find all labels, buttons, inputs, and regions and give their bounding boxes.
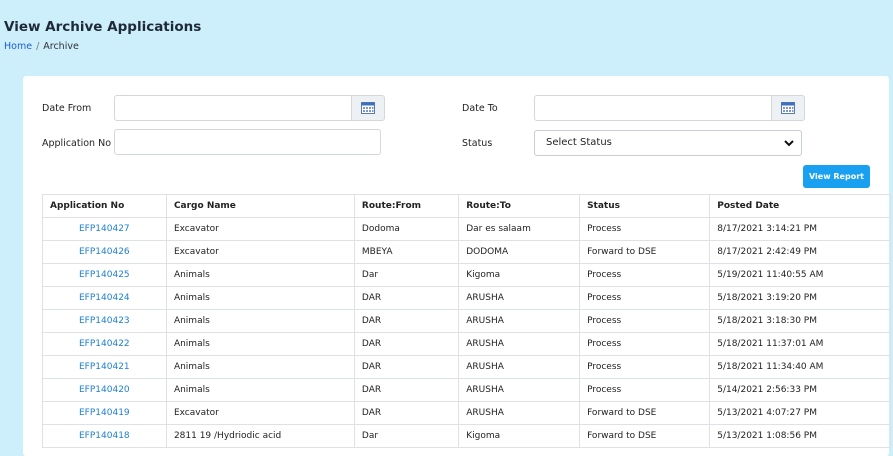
status-select-value: Select Status (546, 137, 612, 148)
application-no-label: Application No (42, 138, 112, 149)
application-no-link[interactable]: EFP140425 (42, 263, 167, 287)
date-from-label: Date From (42, 103, 92, 114)
calendar-icon (781, 102, 795, 114)
application-no-link[interactable]: EFP140424 (42, 286, 167, 310)
table-cell: Process (579, 286, 711, 310)
breadcrumb: Home / Archive (4, 41, 79, 52)
table-cell: Process (579, 332, 711, 356)
table-cell: 5/14/2021 2:56:33 PM (709, 378, 891, 402)
table-cell: Animals (165, 355, 355, 379)
table-cell: DAR (353, 355, 460, 379)
application-no-link[interactable]: EFP140420 (42, 378, 167, 402)
table-header-row: Application No Cargo Name Route:From Rou… (42, 194, 891, 218)
table-row: EFP140422 Animals DAR ARUSHA Process 5/18/202… (42, 332, 891, 356)
table-cell: Process (579, 309, 711, 333)
table-cell: Process (579, 263, 711, 287)
table-cell: Forward to DSE (579, 424, 711, 448)
table-cell: Excavator (165, 217, 355, 241)
date-from-input[interactable] (114, 95, 353, 121)
table-cell: 5/13/2021 1:08:56 PM (709, 424, 891, 448)
column-header[interactable]: Status (579, 194, 711, 218)
view-report-button[interactable]: View Report (803, 165, 870, 188)
application-no-link[interactable]: EFP140426 (42, 240, 167, 264)
table-cell: DAR (353, 378, 460, 402)
column-header[interactable]: Posted Date (709, 194, 891, 218)
table-cell: ARUSHA (458, 378, 581, 402)
table-cell: Process (579, 378, 711, 402)
date-from-calendar-button[interactable] (351, 95, 385, 121)
application-no-input[interactable] (114, 129, 381, 155)
column-header[interactable]: Application No (42, 194, 167, 218)
table-cell: Excavator (165, 401, 355, 425)
table-cell: 5/18/2021 11:37:01 AM (709, 332, 891, 356)
date-to-label: Date To (462, 103, 498, 114)
table-cell: 8/17/2021 3:14:21 PM (709, 217, 891, 241)
breadcrumb-home-link[interactable]: Home (4, 41, 32, 52)
table-cell: ARUSHA (458, 286, 581, 310)
table-row: EFP140426 Excavator MBEYA DODOMA Forward to … (42, 240, 891, 264)
table-cell: Dar (353, 263, 460, 287)
application-no-link[interactable]: EFP140422 (42, 332, 167, 356)
table-cell: Excavator (165, 240, 355, 264)
table-cell: ARUSHA (458, 309, 581, 333)
table-cell: Animals (165, 378, 355, 402)
page-title: View Archive Applications (4, 19, 202, 35)
table-row: EFP140424 Animals DAR ARUSHA Process 5/18/202… (42, 286, 891, 310)
table-cell: Process (579, 355, 711, 379)
archive-table: Application No Cargo Name Route:From Rou… (42, 194, 891, 448)
table-cell: Dar (353, 424, 460, 448)
status-label: Status (462, 138, 493, 149)
status-select[interactable]: Select Status (534, 130, 802, 156)
column-header[interactable]: Route:From (353, 194, 460, 218)
calendar-icon (361, 102, 375, 114)
table-cell: DAR (353, 309, 460, 333)
application-no-link[interactable]: EFP140418 (42, 424, 167, 448)
table-cell: 2811 19 /Hydriodic acid (165, 424, 355, 448)
breadcrumb-separator: / (36, 41, 40, 52)
table-row: EFP140425 Animals Dar Kigoma Process 5/19/202… (42, 263, 891, 287)
table-row: EFP140421 Animals DAR ARUSHA Process 5/18/202… (42, 355, 891, 379)
application-no-link[interactable]: EFP140423 (42, 309, 167, 333)
application-no-link[interactable]: EFP140427 (42, 217, 167, 241)
table-row: EFP140419 Excavator DAR ARUSHA Forward to DS… (42, 401, 891, 425)
table-cell: Process (579, 217, 711, 241)
application-no-link[interactable]: EFP140419 (42, 401, 167, 425)
table-row: EFP140423 Animals DAR ARUSHA Process 5/18/202… (42, 309, 891, 333)
table-cell: 5/18/2021 3:18:30 PM (709, 309, 891, 333)
column-header[interactable]: Cargo Name (165, 194, 355, 218)
column-header[interactable]: Route:To (458, 194, 581, 218)
table-cell: Animals (165, 332, 355, 356)
table-cell: DAR (353, 286, 460, 310)
table-cell: Animals (165, 309, 355, 333)
table-row: EFP140427 Excavator Dodoma Dar es salaam Pro… (42, 217, 891, 241)
table-row: EFP140420 Animals DAR ARUSHA Process 5/14/202… (42, 378, 891, 402)
table-cell: MBEYA (353, 240, 460, 264)
date-to-input[interactable] (534, 95, 773, 121)
application-no-link[interactable]: EFP140421 (42, 355, 167, 379)
table-cell: Animals (165, 286, 355, 310)
table-cell: Forward to DSE (579, 401, 711, 425)
table-cell: Forward to DSE (579, 240, 711, 264)
table-cell: ARUSHA (458, 401, 581, 425)
table-cell: Dar es salaam (458, 217, 581, 241)
table-cell: 8/17/2021 2:42:49 PM (709, 240, 891, 264)
table-cell: ARUSHA (458, 332, 581, 356)
table-cell: DODOMA (458, 240, 581, 264)
breadcrumb-current: Archive (43, 41, 79, 52)
table-cell: 5/18/2021 3:19:20 PM (709, 286, 891, 310)
table-cell: Animals (165, 263, 355, 287)
table-cell: ARUSHA (458, 355, 581, 379)
table-cell: Kigoma (458, 263, 581, 287)
table-row: EFP140418 2811 19 /Hydriodic acid Dar Kigom… (42, 424, 891, 448)
table-cell: Kigoma (458, 424, 581, 448)
table-cell: 5/13/2021 4:07:27 PM (709, 401, 891, 425)
table-cell: 5/19/2021 11:40:55 AM (709, 263, 891, 287)
table-cell: DAR (353, 332, 460, 356)
table-cell: 5/18/2021 11:34:40 AM (709, 355, 891, 379)
chevron-down-icon (784, 140, 794, 147)
date-to-calendar-button[interactable] (771, 95, 805, 121)
table-cell: Dodoma (353, 217, 460, 241)
filter-card: Date From Date To Application No Status … (23, 76, 891, 456)
table-cell: DAR (353, 401, 460, 425)
